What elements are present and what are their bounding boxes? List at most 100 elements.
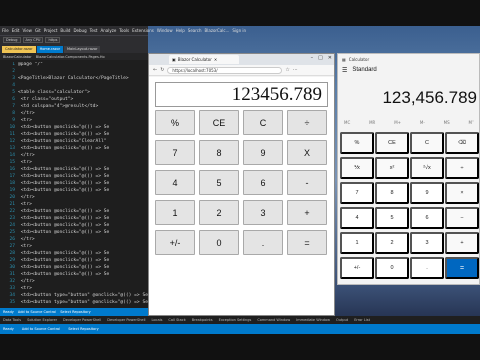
add-button[interactable]: + [287,200,327,225]
menu-item[interactable]: Tools [119,28,129,33]
wc-reciprocal-button[interactable]: ⅟x [340,157,374,179]
status-bar-item[interactable]: Add to Source Control [22,327,60,331]
memory-button[interactable]: MR [369,120,375,128]
address-bar[interactable]: https://localhost:7053/ [167,66,283,74]
four-button[interactable]: 4 [155,170,195,195]
subtract-button[interactable]: - [287,170,327,195]
status-bar-item[interactable]: Select Repository [68,327,99,331]
menu-item[interactable]: Project [44,28,58,33]
tool-window-tab[interactable]: Solution Explorer [27,318,57,322]
wc-decimal-button[interactable]: . [410,257,444,279]
close-tab-icon[interactable]: ✕ [214,57,217,62]
nine-button[interactable]: 9 [243,140,283,165]
memory-button[interactable]: MC [344,120,350,128]
tool-window-tab[interactable]: Immediate Window [296,318,330,322]
tool-window-tab[interactable]: Command Window [257,318,290,322]
tab-calculator-razor[interactable]: Calculator.razor [2,46,36,53]
tool-window-tab[interactable]: Breakpoints [192,318,213,322]
wc-zero-button[interactable]: 0 [375,257,409,279]
wc-square-button[interactable]: x² [375,157,409,179]
browser-tab[interactable]: ▣ Blazor Calculator ✕ [169,55,239,64]
wc-nine-button[interactable]: 9 [410,182,444,204]
one-button[interactable]: 1 [155,200,195,225]
hamburger-menu-icon[interactable]: ☰ [342,67,347,74]
menu-item[interactable]: Git [35,28,41,33]
wc-one-button[interactable]: 1 [340,232,374,254]
wc-backspace-button[interactable]: ⌫ [445,132,479,154]
wc-clear-button[interactable]: C [410,132,444,154]
negate-button[interactable]: +/- [155,230,195,255]
tool-window-tab[interactable]: Locals [152,318,163,322]
menu-item[interactable]: Build [60,28,70,33]
menu-item[interactable]: Help [176,28,185,33]
tool-window-tab[interactable]: Exception Settings [219,318,252,322]
tool-window-tab[interactable]: Data Tools [3,318,21,322]
equals-button[interactable]: = [287,230,327,255]
wc-three-button[interactable]: 3 [410,232,444,254]
project-dropdown[interactable]: BlazorCalculator [3,55,32,59]
wc-add-button[interactable]: + [445,232,479,254]
menu-item[interactable]: BlazorCalc... [205,28,230,33]
tool-window-tab[interactable]: Error List [354,318,370,322]
wc-multiply-button[interactable]: × [445,182,479,204]
six-button[interactable]: 6 [243,170,283,195]
menu-item[interactable]: Window [157,28,173,33]
menu-item[interactable]: Analyze [101,28,117,33]
class-dropdown[interactable]: BlazorCalculator.Components.Pages.Ho [36,55,105,59]
close-window-icon[interactable]: ✕ [328,55,332,61]
decimal-button[interactable]: . [243,230,283,255]
zero-button[interactable]: 0 [199,230,239,255]
maximize-icon[interactable]: □ [318,55,323,61]
menu-item[interactable]: Extensions [132,28,154,33]
wc-five-button[interactable]: 5 [375,207,409,229]
wc-two-button[interactable]: 2 [375,232,409,254]
wc-percent-button[interactable]: % [340,132,374,154]
menu-item[interactable]: Test [90,28,98,33]
wc-six-button[interactable]: 6 [410,207,444,229]
memory-button[interactable]: M˅ [469,120,474,128]
memory-button[interactable]: M- [420,120,425,128]
tab-mainlayout-razor[interactable]: MainLayout.razor [64,46,101,53]
wc-divide-button[interactable]: ÷ [445,157,479,179]
menu-item[interactable]: View [22,28,32,33]
config-dropdown[interactable]: Debug [3,37,21,43]
wc-equals-button[interactable]: = [445,257,479,279]
three-button[interactable]: 3 [243,200,283,225]
multiply-button[interactable]: X [287,140,327,165]
eight-button[interactable]: 8 [199,140,239,165]
tool-window-tab[interactable]: Call Stack [168,318,185,322]
wc-subtract-button[interactable]: − [445,207,479,229]
two-button[interactable]: 2 [199,200,239,225]
tool-window-tab[interactable]: Output [336,318,348,322]
wc-clear-entry-button[interactable]: CE [375,132,409,154]
menu-icon[interactable]: ⋯ [293,67,298,73]
clear-button[interactable]: C [243,110,283,135]
clear-entry-button[interactable]: CE [199,110,239,135]
wc-eight-button[interactable]: 8 [375,182,409,204]
wc-seven-button[interactable]: 7 [340,182,374,204]
menu-item[interactable]: Sign in [232,28,246,33]
five-button[interactable]: 5 [199,170,239,195]
memory-button[interactable]: M+ [394,120,401,128]
minimize-icon[interactable]: – [311,55,314,61]
status-item[interactable]: Select Repository [60,310,91,314]
wc-negate-button[interactable]: +/- [340,257,374,279]
tool-window-tab[interactable]: Developer PowerShell [107,318,145,322]
seven-button[interactable]: 7 [155,140,195,165]
status-item[interactable]: Add to Source Control [18,310,56,314]
refresh-icon[interactable]: ↻ [160,67,164,73]
code-editor[interactable]: 1 @page "/" 2 3 <PageTitle>Blazor Calculator… [0,62,148,308]
percent-button[interactable]: % [155,110,195,135]
memory-button[interactable]: MS [444,120,450,128]
menu-item[interactable]: Debug [73,28,86,33]
wc-four-button[interactable]: 4 [340,207,374,229]
back-icon[interactable]: ← [153,67,157,73]
platform-dropdown[interactable]: Any CPU [22,37,44,43]
favorites-icon[interactable]: ☆ [285,67,289,73]
menu-item[interactable]: File [2,28,9,33]
wc-square-root-button[interactable]: ²√x [410,157,444,179]
menu-item[interactable]: Search [188,28,202,33]
run-profile-button[interactable]: https [45,37,61,43]
tab-home-razor[interactable]: Home.razor [36,46,64,53]
menu-item[interactable]: Edit [12,28,20,33]
